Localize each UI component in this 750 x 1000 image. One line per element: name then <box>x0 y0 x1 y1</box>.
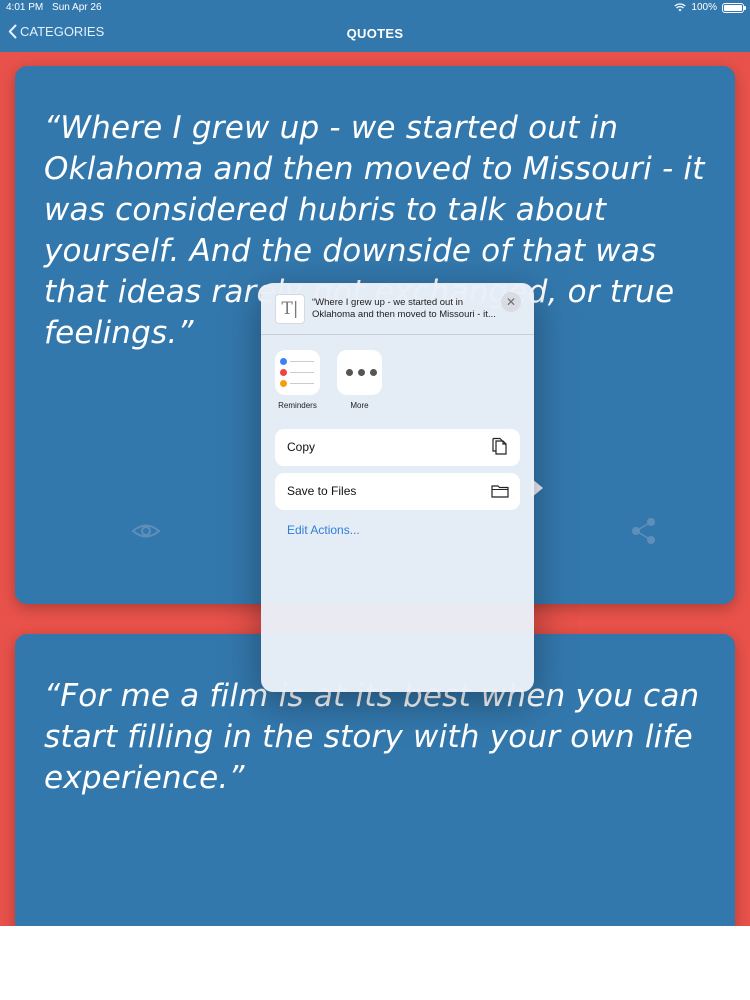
status-date: Sun Apr 26 <box>52 2 102 13</box>
save-to-files-button[interactable]: Save to Files <box>275 473 520 510</box>
share-sheet-header: T| “Where I grew up - we started out in … <box>261 283 534 335</box>
close-button[interactable]: ✕ <box>501 292 521 312</box>
app-label: Reminders <box>278 401 317 410</box>
share-apps-row: Reminders More <box>275 350 382 410</box>
wifi-icon <box>674 3 687 12</box>
save-to-files-label: Save to Files <box>287 484 357 498</box>
share-icon[interactable] <box>629 516 659 546</box>
copy-button[interactable]: Copy <box>275 429 520 466</box>
app-label: More <box>350 401 369 410</box>
more-icon <box>337 350 382 395</box>
navigation-bar: CATEGORIES QUOTES <box>0 16 750 52</box>
reminders-app-button[interactable]: Reminders <box>275 350 320 410</box>
battery-percent: 100% <box>691 2 717 13</box>
more-app-button[interactable]: More <box>337 350 382 410</box>
copy-icon <box>492 437 507 455</box>
reminders-icon <box>275 350 320 395</box>
app-screen: 4:01 PM Sun Apr 26 100% CATEGORIES QUOTE… <box>0 0 750 926</box>
page-title: QUOTES <box>346 26 404 41</box>
edit-actions-link[interactable]: Edit Actions... <box>287 523 360 537</box>
status-time: 4:01 PM <box>6 2 44 13</box>
status-bar: 4:01 PM Sun Apr 26 100% <box>0 0 750 16</box>
copy-label: Copy <box>287 440 316 454</box>
share-preview-text: “Where I grew up - we started out in Okl… <box>312 297 496 320</box>
eye-icon[interactable] <box>131 519 161 543</box>
battery-icon <box>722 2 746 13</box>
folder-icon <box>491 485 509 498</box>
share-sheet: T| “Where I grew up - we started out in … <box>261 283 534 692</box>
text-document-icon: T| <box>275 294 305 324</box>
quote-text: “For me a film is at its best when you c… <box>44 678 700 796</box>
